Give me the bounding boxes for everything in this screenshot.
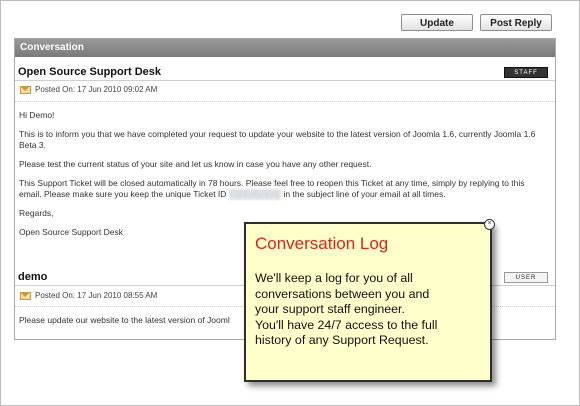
tooltip-body: We'll keep a log for you of all conversa… <box>255 271 485 349</box>
user-badge: USER <box>504 272 548 283</box>
message-meta: Posted On: 17 Jun 2010 09:02 AM <box>20 84 157 96</box>
message-header-staff: Open Source Support Desk STAFF <box>15 64 555 81</box>
posted-on: Posted On: 17 Jun 2010 09:02 AM <box>35 85 158 94</box>
tooltip-line: history of any Support Request. <box>255 333 429 347</box>
body-paragraph: This Support Ticket will be closed autom… <box>19 178 547 200</box>
close-icon[interactable]: × <box>484 219 495 230</box>
tooltip-line: You'll have 24/7 access to the full <box>255 317 438 332</box>
update-button[interactable]: Update <box>401 14 473 31</box>
body-paragraph: Please test the current status of your s… <box>19 159 372 169</box>
tooltip-line: We'll keep a log for you of all <box>255 271 413 285</box>
body-text-end: in the subject line of your email at all… <box>283 189 446 199</box>
conversation-header: Conversation <box>15 39 555 57</box>
redacted-ticket-id: OSY-657626 <box>228 189 282 200</box>
post-reply-button[interactable]: Post Reply <box>480 14 552 31</box>
envelope-icon <box>20 291 31 300</box>
greeting: Hi Demo! <box>19 110 55 120</box>
posted-on: Posted On: 17 Jun 2010 08:55 AM <box>35 291 158 300</box>
tooltip-title: Conversation Log <box>255 234 389 253</box>
body-paragraph: This is to inform you that we have compl… <box>19 129 536 150</box>
staff-badge: STAFF <box>504 67 548 78</box>
message-author: Open Source Support Desk <box>18 66 162 78</box>
signoff: Regards, <box>19 208 54 218</box>
tooltip-line: conversations between you and <box>255 286 430 301</box>
divider <box>15 101 555 102</box>
conversation-log-tooltip: × Conversation Log We'll keep a log for … <box>244 219 495 382</box>
message-author: demo <box>18 271 48 283</box>
tooltip-line: your support staff engineer. <box>255 302 405 316</box>
message-meta: Posted On: 17 Jun 2010 08:55 AM <box>20 290 157 302</box>
envelope-icon <box>20 85 31 94</box>
